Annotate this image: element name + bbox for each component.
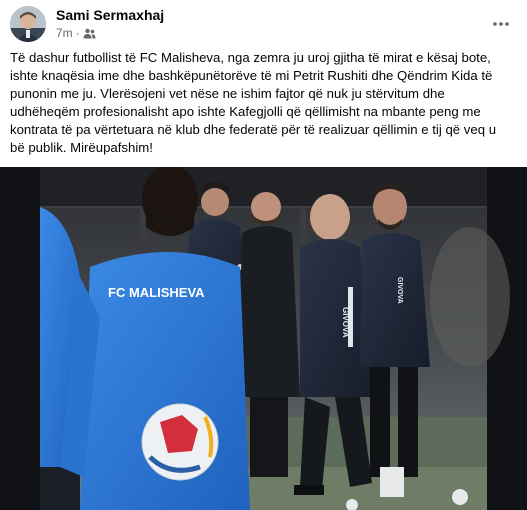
post-text-line: kontrata të pa vërtetuara në klub dhe fe… [10,122,497,137]
post-author-name[interactable]: Sami Sermaxhaj [56,7,164,23]
post-text-line: ishte knaqësia ime dhe bashkëpunëtorëve … [10,68,493,83]
post-text-line: bë publik. Mirëupafshim! [10,140,153,155]
avatar-image [10,6,46,42]
jacket-brand-text: GIVOVA [341,307,350,338]
more-options-icon[interactable] [489,12,513,36]
post-text-line: Të dashur futbollist të FC Malisheva, ng… [10,50,491,65]
post-meta: 7m · [56,26,96,40]
post-timestamp[interactable]: 7m [56,26,73,40]
shirt-text: FC MALISHEVA [108,285,205,300]
post-text: Të dashur futbollist të FC Malisheva, ng… [10,49,520,157]
meta-separator: · [75,26,80,40]
friends-icon[interactable] [83,28,96,39]
team-training-photo: GIVOVA GIVOVA FC MALISHEVA [0,167,527,510]
avatar[interactable] [10,6,46,42]
post-text-line: udhëheqëm profesionalisht apo ishte Kafe… [10,104,481,119]
post-text-line: punonin me ju. Vlerësojeni vet nëse ne i… [10,86,445,101]
post-header: Sami Sermaxhaj 7m · [10,6,517,46]
post-photo[interactable]: GIVOVA GIVOVA FC MALISHEVA [0,167,527,510]
facebook-post: Sami Sermaxhaj 7m · Të dashur futbollist [0,0,527,510]
jacket-brand-text: GIVOVA [396,277,403,304]
